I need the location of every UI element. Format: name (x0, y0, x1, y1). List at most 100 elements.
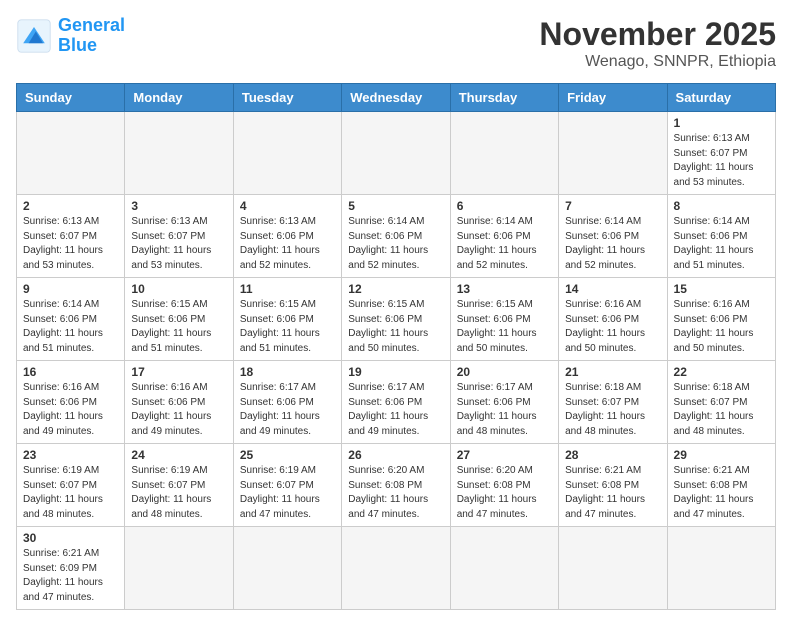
cell-content: Sunrise: 6:13 AM Sunset: 6:07 PM Dayligh… (23, 215, 118, 273)
day-number: 29 (674, 448, 769, 462)
calendar-cell (125, 112, 233, 195)
calendar-cell (233, 112, 341, 195)
calendar-cell: 4 Sunrise: 6:13 AM Sunset: 6:06 PM Daylig… (233, 195, 341, 278)
cell-content: Sunrise: 6:15 AM Sunset: 6:06 PM Dayligh… (131, 298, 226, 356)
calendar-subtitle: Wenago, SNNPR, Ethiopia (539, 53, 776, 71)
calendar-cell: 14 Sunrise: 6:16 AM Sunset: 6:06 PM Dayli… (559, 278, 667, 361)
cell-content: Sunrise: 6:14 AM Sunset: 6:06 PM Dayligh… (674, 215, 769, 273)
cell-content: Sunrise: 6:18 AM Sunset: 6:07 PM Dayligh… (674, 381, 769, 439)
calendar-cell: 20 Sunrise: 6:17 AM Sunset: 6:06 PM Dayli… (450, 361, 558, 444)
week-row-4: 23 Sunrise: 6:19 AM Sunset: 6:07 PM Dayli… (17, 444, 776, 527)
day-number: 14 (565, 282, 660, 296)
day-number: 18 (240, 365, 335, 379)
day-number: 20 (457, 365, 552, 379)
calendar-cell (342, 527, 450, 610)
logo-general: General (58, 15, 125, 35)
logo-text: General Blue (58, 16, 125, 56)
calendar-cell (450, 112, 558, 195)
day-number: 21 (565, 365, 660, 379)
day-number: 27 (457, 448, 552, 462)
calendar-cell: 9Sunrise: 6:14 AM Sunset: 6:06 PM Daylig… (17, 278, 125, 361)
cell-content: Sunrise: 6:13 AM Sunset: 6:07 PM Dayligh… (674, 132, 769, 190)
day-number: 28 (565, 448, 660, 462)
calendar-cell: 26 Sunrise: 6:20 AM Sunset: 6:08 PM Dayli… (342, 444, 450, 527)
day-number: 3 (131, 199, 226, 213)
calendar-cell: 30Sunrise: 6:21 AM Sunset: 6:09 PM Dayli… (17, 527, 125, 610)
day-number: 5 (348, 199, 443, 213)
col-header-tuesday: Tuesday (233, 84, 341, 112)
col-header-sunday: Sunday (17, 84, 125, 112)
day-number: 26 (348, 448, 443, 462)
week-row-5: 30Sunrise: 6:21 AM Sunset: 6:09 PM Dayli… (17, 527, 776, 610)
day-number: 19 (348, 365, 443, 379)
calendar-cell: 17Sunrise: 6:16 AM Sunset: 6:06 PM Dayli… (125, 361, 233, 444)
title-area: November 2025 Wenago, SNNPR, Ethiopia (539, 16, 776, 71)
cell-content: Sunrise: 6:16 AM Sunset: 6:06 PM Dayligh… (565, 298, 660, 356)
calendar-cell: 21 Sunrise: 6:18 AM Sunset: 6:07 PM Dayli… (559, 361, 667, 444)
calendar-cell: 5 Sunrise: 6:14 AM Sunset: 6:06 PM Daylig… (342, 195, 450, 278)
day-number: 12 (348, 282, 443, 296)
week-row-2: 9Sunrise: 6:14 AM Sunset: 6:06 PM Daylig… (17, 278, 776, 361)
calendar-table: SundayMondayTuesdayWednesdayThursdayFrid… (16, 83, 776, 610)
logo-icon (16, 18, 52, 54)
day-number: 25 (240, 448, 335, 462)
calendar-cell (17, 112, 125, 195)
day-number: 2 (23, 199, 118, 213)
cell-content: Sunrise: 6:14 AM Sunset: 6:06 PM Dayligh… (348, 215, 443, 273)
cell-content: Sunrise: 6:16 AM Sunset: 6:06 PM Dayligh… (131, 381, 226, 439)
cell-content: Sunrise: 6:13 AM Sunset: 6:07 PM Dayligh… (131, 215, 226, 273)
col-header-friday: Friday (559, 84, 667, 112)
week-row-0: 1 Sunrise: 6:13 AM Sunset: 6:07 PM Daylig… (17, 112, 776, 195)
day-number: 24 (131, 448, 226, 462)
cell-content: Sunrise: 6:17 AM Sunset: 6:06 PM Dayligh… (457, 381, 552, 439)
cell-content: Sunrise: 6:20 AM Sunset: 6:08 PM Dayligh… (457, 464, 552, 522)
cell-content: Sunrise: 6:17 AM Sunset: 6:06 PM Dayligh… (240, 381, 335, 439)
day-number: 22 (674, 365, 769, 379)
calendar-cell: 22 Sunrise: 6:18 AM Sunset: 6:07 PM Dayli… (667, 361, 775, 444)
day-number: 8 (674, 199, 769, 213)
cell-content: Sunrise: 6:13 AM Sunset: 6:06 PM Dayligh… (240, 215, 335, 273)
day-number: 15 (674, 282, 769, 296)
col-header-monday: Monday (125, 84, 233, 112)
cell-content: Sunrise: 6:18 AM Sunset: 6:07 PM Dayligh… (565, 381, 660, 439)
day-number: 23 (23, 448, 118, 462)
col-header-saturday: Saturday (667, 84, 775, 112)
calendar-cell (125, 527, 233, 610)
cell-content: Sunrise: 6:15 AM Sunset: 6:06 PM Dayligh… (348, 298, 443, 356)
cell-content: Sunrise: 6:21 AM Sunset: 6:08 PM Dayligh… (565, 464, 660, 522)
logo-blue: Blue (58, 35, 97, 55)
calendar-cell: 29Sunrise: 6:21 AM Sunset: 6:08 PM Dayli… (667, 444, 775, 527)
calendar-title: November 2025 (539, 16, 776, 53)
cell-content: Sunrise: 6:14 AM Sunset: 6:06 PM Dayligh… (457, 215, 552, 273)
calendar-cell: 10 Sunrise: 6:15 AM Sunset: 6:06 PM Dayli… (125, 278, 233, 361)
cell-content: Sunrise: 6:14 AM Sunset: 6:06 PM Dayligh… (565, 215, 660, 273)
calendar-cell (450, 527, 558, 610)
cell-content: Sunrise: 6:15 AM Sunset: 6:06 PM Dayligh… (240, 298, 335, 356)
day-number: 6 (457, 199, 552, 213)
day-number: 30 (23, 531, 118, 545)
cell-content: Sunrise: 6:19 AM Sunset: 6:07 PM Dayligh… (240, 464, 335, 522)
calendar-cell: 15Sunrise: 6:16 AM Sunset: 6:06 PM Dayli… (667, 278, 775, 361)
calendar-cell: 25 Sunrise: 6:19 AM Sunset: 6:07 PM Dayli… (233, 444, 341, 527)
calendar-cell (559, 527, 667, 610)
logo: General Blue (16, 16, 125, 56)
header: General Blue November 2025 Wenago, SNNPR… (16, 16, 776, 71)
day-number: 4 (240, 199, 335, 213)
cell-content: Sunrise: 6:20 AM Sunset: 6:08 PM Dayligh… (348, 464, 443, 522)
day-number: 13 (457, 282, 552, 296)
calendar-cell (342, 112, 450, 195)
day-number: 11 (240, 282, 335, 296)
cell-content: Sunrise: 6:19 AM Sunset: 6:07 PM Dayligh… (131, 464, 226, 522)
day-number: 1 (674, 116, 769, 130)
calendar-cell: 23Sunrise: 6:19 AM Sunset: 6:07 PM Dayli… (17, 444, 125, 527)
cell-content: Sunrise: 6:17 AM Sunset: 6:06 PM Dayligh… (348, 381, 443, 439)
cell-content: Sunrise: 6:14 AM Sunset: 6:06 PM Dayligh… (23, 298, 118, 356)
day-number: 7 (565, 199, 660, 213)
day-number: 10 (131, 282, 226, 296)
calendar-cell: 7 Sunrise: 6:14 AM Sunset: 6:06 PM Daylig… (559, 195, 667, 278)
cell-content: Sunrise: 6:15 AM Sunset: 6:06 PM Dayligh… (457, 298, 552, 356)
calendar-cell: 13 Sunrise: 6:15 AM Sunset: 6:06 PM Dayli… (450, 278, 558, 361)
calendar-cell: 28 Sunrise: 6:21 AM Sunset: 6:08 PM Dayli… (559, 444, 667, 527)
day-number: 16 (23, 365, 118, 379)
calendar-cell: 19 Sunrise: 6:17 AM Sunset: 6:06 PM Dayli… (342, 361, 450, 444)
